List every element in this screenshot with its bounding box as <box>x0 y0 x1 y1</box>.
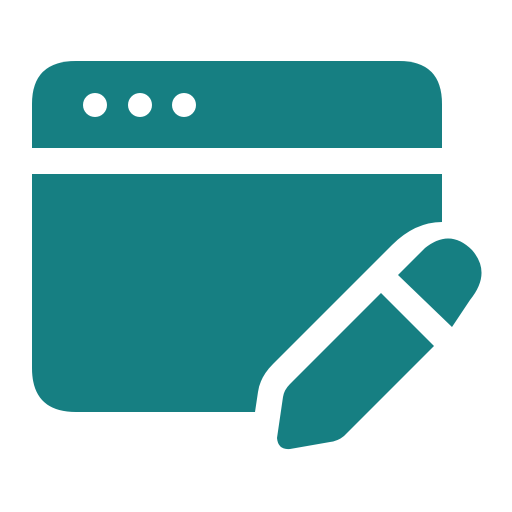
edit-web-page-icon-graphic <box>32 61 482 450</box>
edit-web-page-icon <box>0 0 512 512</box>
window-dot-1-icon <box>83 93 107 117</box>
pencil-cap <box>398 238 482 327</box>
window-dot-3-icon <box>172 93 196 117</box>
window-dot-2-icon <box>128 93 152 117</box>
